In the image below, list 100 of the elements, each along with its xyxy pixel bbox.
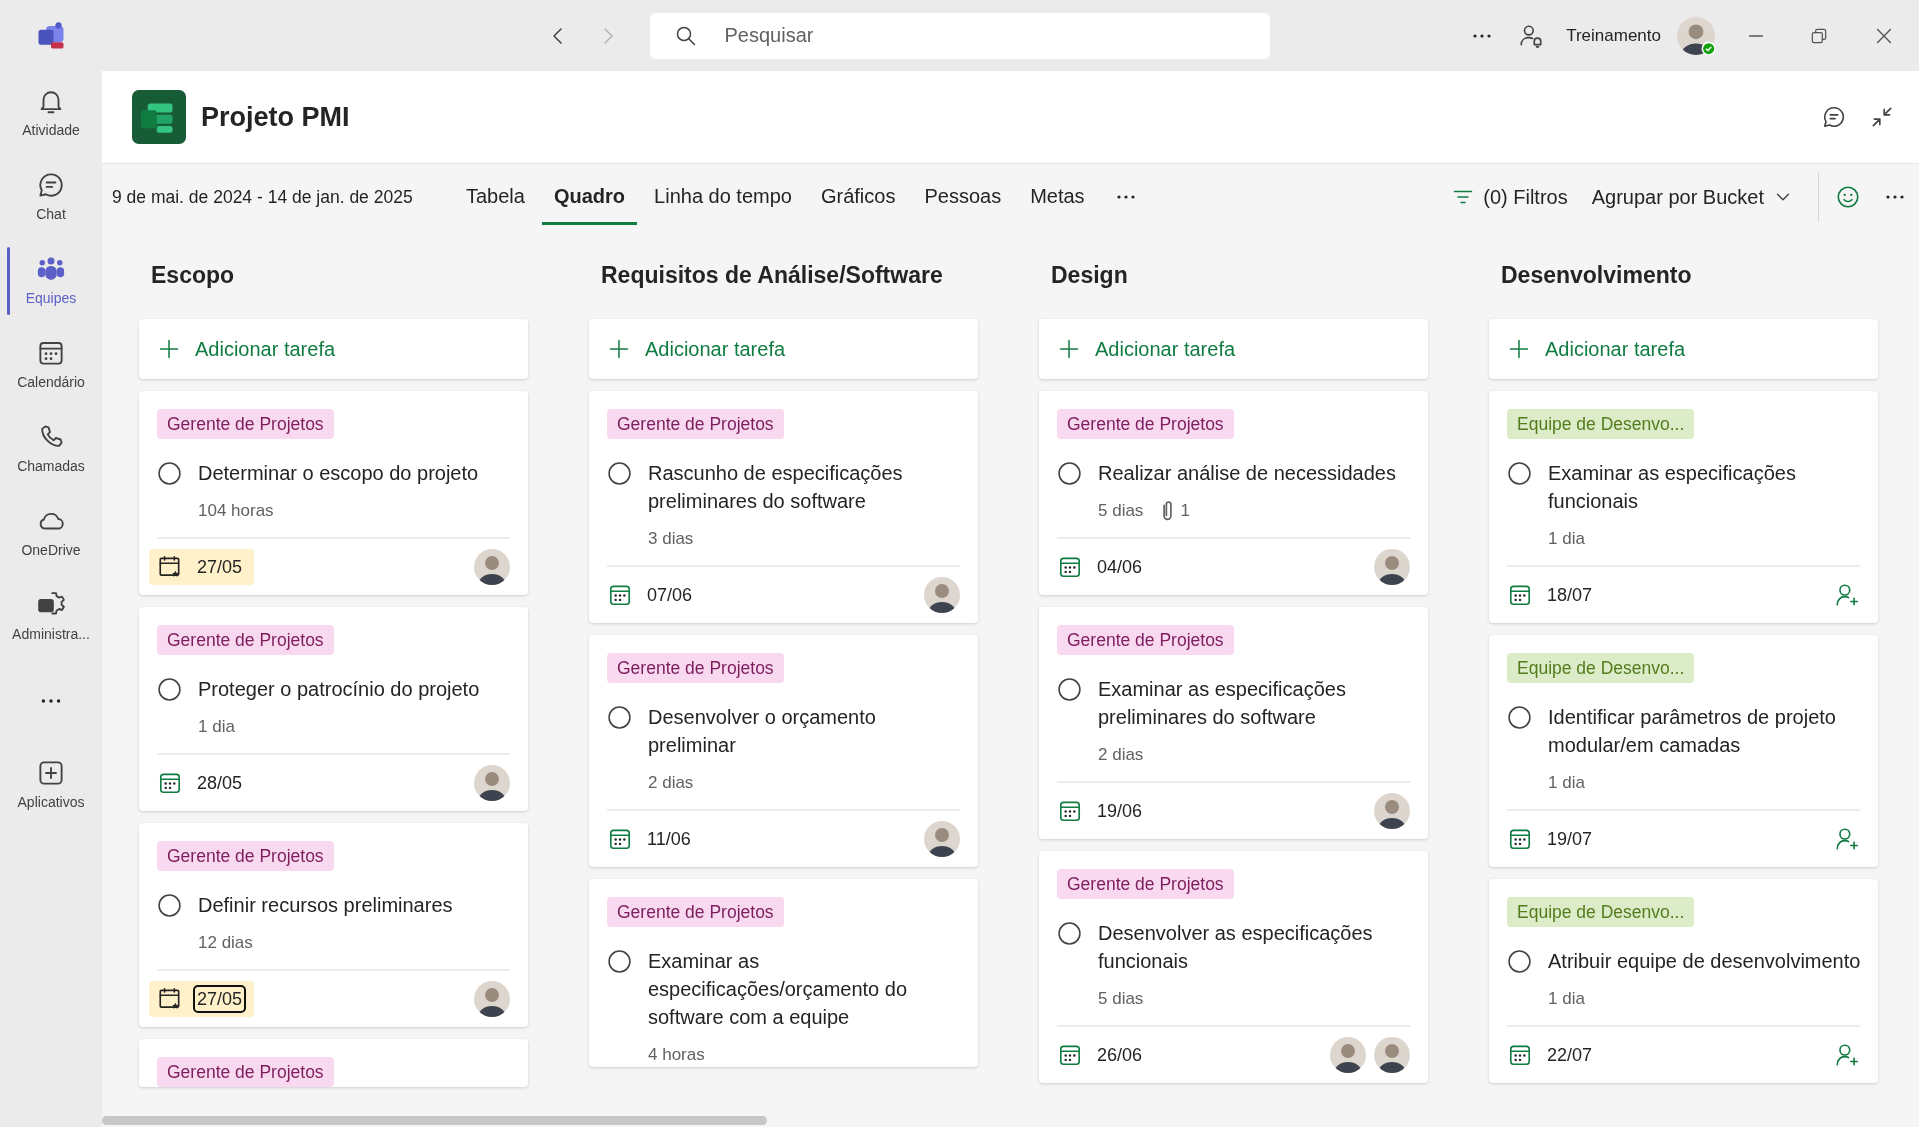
avatar bbox=[474, 981, 510, 1017]
circle-icon[interactable] bbox=[1057, 921, 1082, 946]
bucket-title: Requisitos de Análise/Software bbox=[601, 260, 943, 290]
due-date: 19/07 bbox=[1546, 828, 1594, 851]
task-title: Rascunho de especificações preliminares do software bbox=[648, 461, 904, 514]
add-task-button[interactable]: Adicionar tarefa bbox=[1039, 319, 1428, 379]
avatar bbox=[1330, 1037, 1366, 1073]
task-card[interactable]: Gerente de Projetos Proteger o patrocínio do projeto 1 dia 28/05 bbox=[139, 607, 528, 811]
task-label: Gerente de Projetos bbox=[607, 653, 784, 683]
circle-icon[interactable] bbox=[607, 705, 632, 730]
add-person-icon[interactable] bbox=[1834, 1042, 1860, 1068]
task-label: Gerente de Projetos bbox=[607, 409, 784, 439]
task-title: Definir recursos preliminares bbox=[198, 893, 453, 918]
view-tab[interactable]: Metas bbox=[1018, 169, 1097, 225]
due-date: 27/05 bbox=[193, 985, 247, 1013]
task-title: Desenvolver as especificações funcionais bbox=[1098, 921, 1374, 974]
task-duration: 2 dias bbox=[648, 772, 694, 794]
due-date: 22/07 bbox=[1546, 1044, 1594, 1067]
circle-icon[interactable] bbox=[1507, 949, 1532, 974]
task-title: Proteger o patrocínio do projeto bbox=[198, 677, 480, 702]
task-duration: 1 dia bbox=[198, 716, 235, 738]
circle-icon[interactable] bbox=[1057, 461, 1082, 486]
circle-icon[interactable] bbox=[1507, 705, 1532, 730]
task-card[interactable]: Gerente de Projetos Examinar as especificações/orçamento do software com a equipe 4 horas bbox=[589, 879, 978, 1067]
view-tab[interactable]: Gráficos bbox=[808, 169, 908, 225]
chat-icon[interactable] bbox=[1821, 104, 1847, 130]
task-label: Equipe de Desenvo... bbox=[1507, 409, 1695, 439]
rail-item[interactable]: Atividade bbox=[0, 71, 102, 155]
due-date: 04/06 bbox=[1096, 556, 1144, 579]
task-title: Realizar análise de necessidades bbox=[1098, 461, 1396, 486]
due-date: 11/06 bbox=[646, 828, 692, 851]
task-card[interactable]: Gerente de Projetos Realizar análise de necessidades 5 dias 1 04/06 bbox=[1039, 391, 1428, 595]
scrollbar[interactable] bbox=[102, 1116, 767, 1125]
add-task-button[interactable]: Adicionar tarefa bbox=[139, 319, 528, 379]
circle-icon[interactable] bbox=[157, 461, 182, 486]
circle-icon[interactable] bbox=[607, 949, 632, 974]
task-label: Gerente de Projetos bbox=[157, 409, 334, 439]
task-label: Equipe de Desenvo... bbox=[1507, 897, 1695, 927]
add-person-icon[interactable] bbox=[1834, 826, 1860, 852]
due-date: 26/06 bbox=[1096, 1044, 1144, 1067]
rail-item[interactable]: Administra... bbox=[0, 575, 102, 659]
project-logo-icon bbox=[132, 90, 186, 144]
rail-item[interactable]: Equipes bbox=[0, 239, 102, 323]
task-title: Determinar o escopo do projeto bbox=[198, 461, 479, 486]
add-person-icon[interactable] bbox=[1834, 582, 1860, 608]
plus-icon bbox=[157, 337, 181, 361]
circle-icon[interactable] bbox=[157, 677, 182, 702]
filter-button[interactable]: (0) Filtros bbox=[1443, 182, 1576, 212]
view-tab[interactable]: Tabela bbox=[454, 169, 537, 225]
task-card[interactable]: Gerente de Projetos Determinar o escopo do projeto 104 horas 27/05 bbox=[139, 391, 528, 595]
view-tab[interactable]: Pessoas bbox=[912, 169, 1014, 225]
plus-icon bbox=[607, 337, 631, 361]
add-task-button[interactable]: Adicionar tarefa bbox=[1489, 319, 1878, 379]
circle-icon[interactable] bbox=[607, 461, 632, 486]
plus-icon bbox=[1507, 337, 1531, 361]
smiley-icon[interactable] bbox=[1835, 184, 1861, 210]
group-by-dropdown[interactable]: Agrupar por Bucket bbox=[1583, 182, 1802, 212]
task-title: Atribuir equipe de desenvolvimento bbox=[1548, 949, 1861, 974]
avatar bbox=[1374, 793, 1410, 829]
search-field[interactable]: Pesquisar bbox=[649, 12, 1270, 59]
task-label: Gerente de Projetos bbox=[1057, 869, 1234, 899]
due-date: 28/05 bbox=[196, 772, 244, 795]
task-card[interactable]: Gerente de Projetos bbox=[139, 1039, 528, 1087]
rail-item[interactable]: Aplicativos bbox=[0, 743, 102, 827]
task-card[interactable]: Gerente de Projetos Definir recursos preliminares 12 dias 27/05 bbox=[139, 823, 528, 1027]
task-duration: 4 horas bbox=[648, 1044, 705, 1066]
task-card[interactable]: Equipe de Desenvo... Identificar parâmetros de projeto modular/em camadas 1 dia 19/07 bbox=[1489, 635, 1878, 867]
circle-icon[interactable] bbox=[1507, 461, 1532, 486]
task-duration: 5 dias bbox=[1098, 500, 1144, 522]
rail-item[interactable]: OneDrive bbox=[0, 491, 102, 575]
person-icon[interactable] bbox=[1518, 22, 1545, 49]
task-title: Desenvolver o orçamento preliminar bbox=[648, 705, 877, 758]
avatar bbox=[1677, 16, 1715, 55]
task-duration: 5 dias bbox=[1098, 988, 1144, 1010]
attachment-count: 1 bbox=[1180, 500, 1190, 522]
task-card[interactable]: Gerente de Projetos Examinar as especificações preliminares do software 2 dias 19/06 bbox=[1039, 607, 1428, 839]
task-label: Gerente de Projetos bbox=[157, 625, 334, 655]
task-label: Gerente de Projetos bbox=[157, 1057, 334, 1087]
task-card[interactable]: Gerente de Projetos Rascunho de especificações preliminares do software 3 dias 07/06 bbox=[589, 391, 978, 623]
rail-item[interactable]: Calendário bbox=[0, 323, 102, 407]
task-label: Gerente de Projetos bbox=[157, 841, 334, 871]
task-card[interactable]: Equipe de Desenvo... Examinar as especificações funcionais 1 dia 18/07 bbox=[1489, 391, 1878, 623]
view-tab[interactable]: Linha do tempo bbox=[642, 169, 804, 225]
bucket-title: Escopo bbox=[151, 260, 235, 290]
avatar bbox=[924, 577, 960, 613]
avatar bbox=[924, 821, 960, 857]
circle-icon[interactable] bbox=[157, 893, 182, 918]
task-duration: 3 dias bbox=[648, 528, 694, 550]
task-card[interactable]: Gerente de Projetos Desenvolver as especificações funcionais 5 dias 26/06 bbox=[1039, 851, 1428, 1083]
task-label: Gerente de Projetos bbox=[1057, 409, 1234, 439]
task-card[interactable]: Equipe de Desenvo... Atribuir equipe de desenvolvimento 1 dia 22/07 bbox=[1489, 879, 1878, 1083]
view-tab[interactable]: Quadro bbox=[541, 169, 638, 225]
rail-item[interactable]: Chamadas bbox=[0, 407, 102, 491]
task-label: Equipe de Desenvo... bbox=[1507, 653, 1695, 683]
add-task-button[interactable]: Adicionar tarefa bbox=[589, 319, 978, 379]
circle-icon[interactable] bbox=[1057, 677, 1082, 702]
rail-item[interactable]: Chat bbox=[0, 155, 102, 239]
task-card[interactable]: Gerente de Projetos Desenvolver o orçamento preliminar 2 dias 11/06 bbox=[589, 635, 978, 867]
due-date: 18/07 bbox=[1546, 584, 1594, 607]
task-label: Gerente de Projetos bbox=[607, 897, 784, 927]
